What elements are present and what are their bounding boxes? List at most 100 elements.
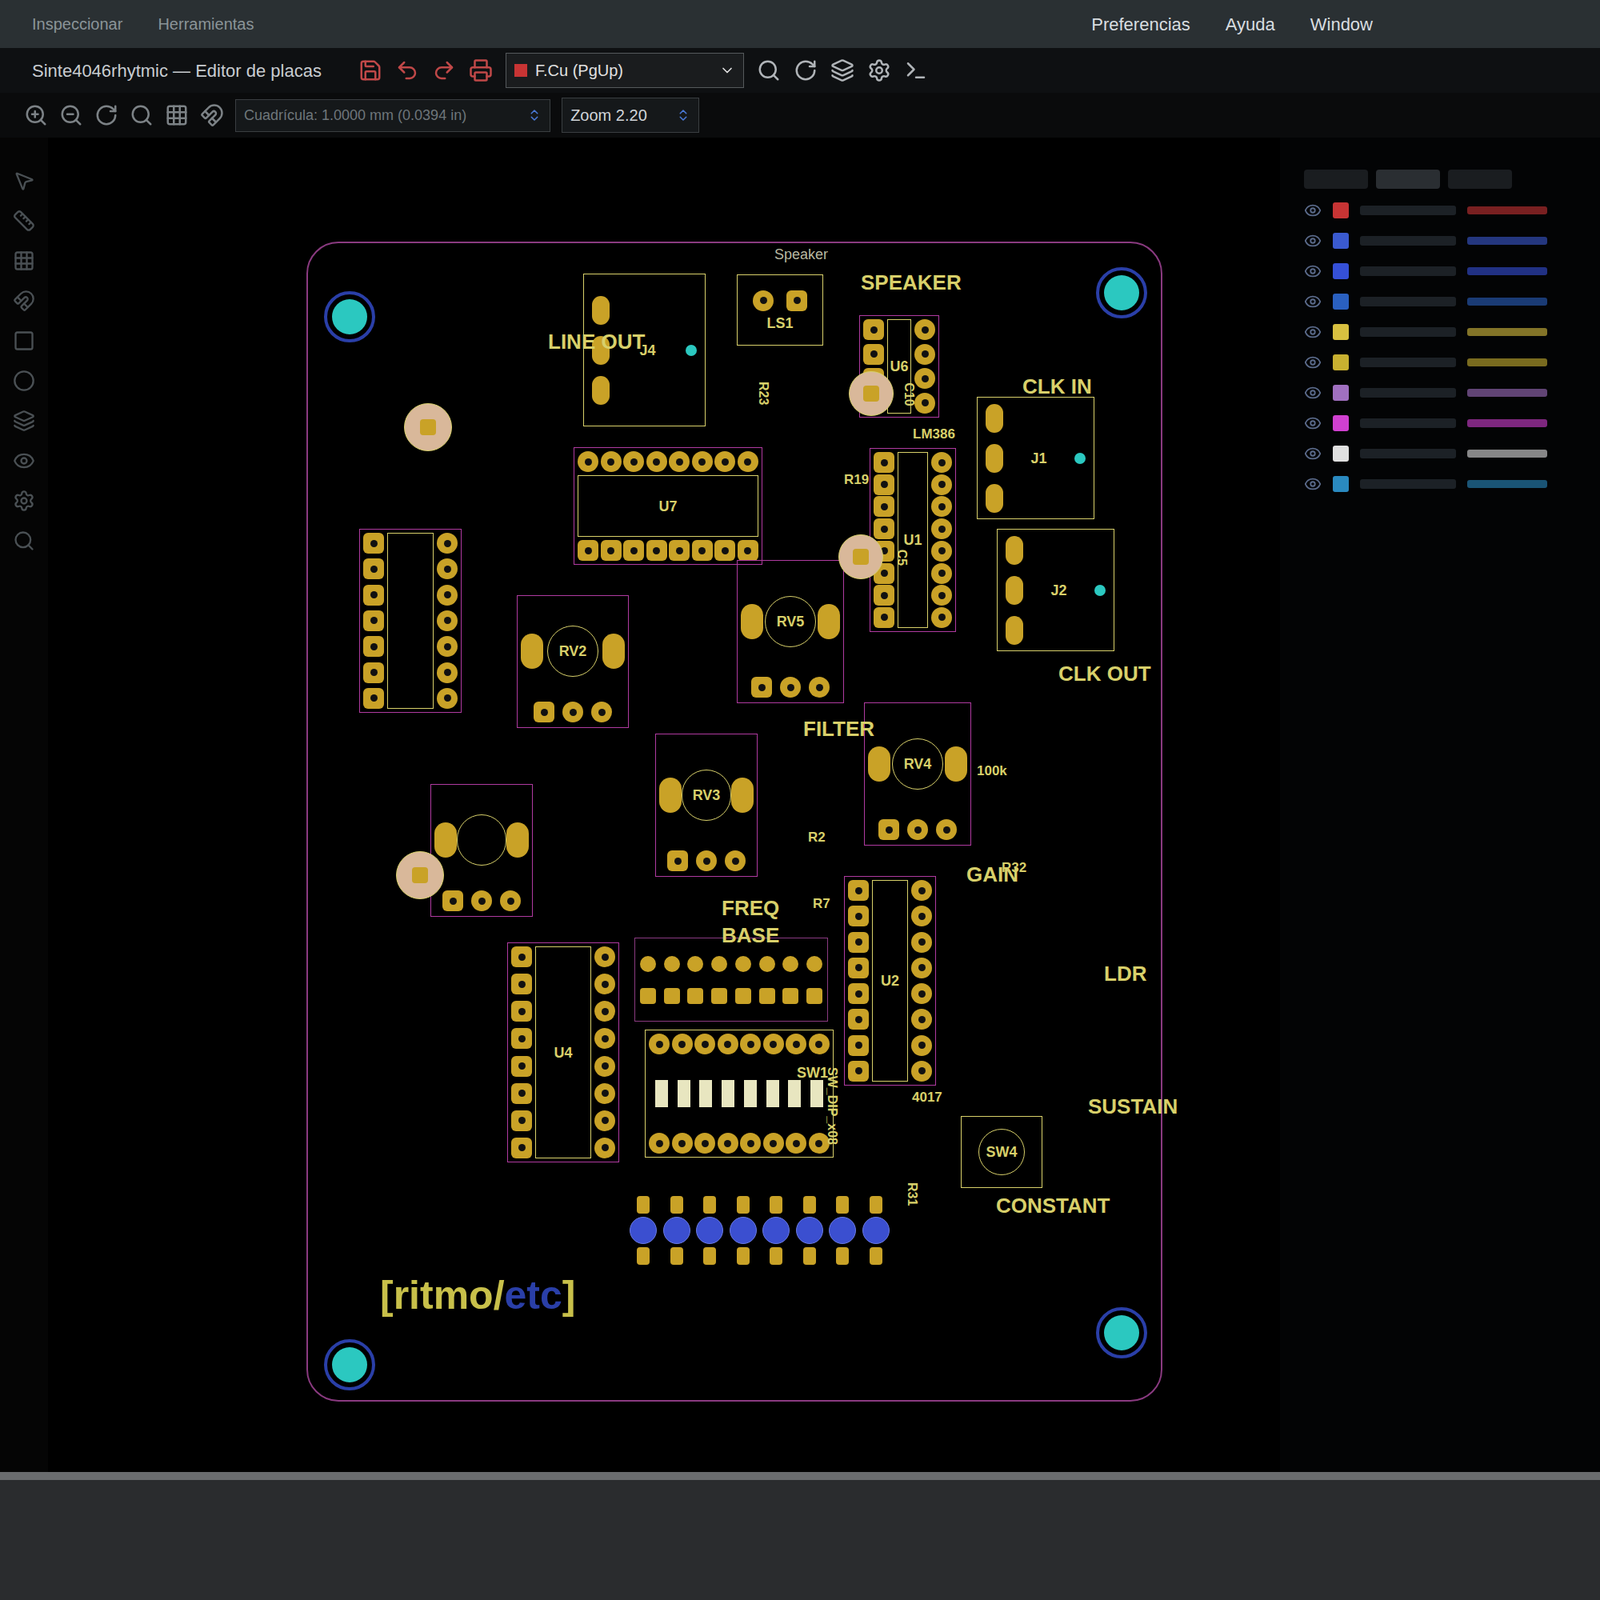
ic-footprint[interactable]	[359, 528, 462, 713]
visibility-icon[interactable]	[1304, 323, 1322, 341]
ic-footprint[interactable]: U2	[844, 876, 936, 1086]
menu-item[interactable]: Inspeccionar	[32, 12, 123, 36]
view-icon[interactable]	[164, 103, 189, 128]
pad	[694, 1033, 716, 1055]
ic-footprint[interactable]: U4	[507, 942, 620, 1163]
pad	[511, 1110, 532, 1132]
tool-icon[interactable]	[12, 209, 36, 232]
tool-icon[interactable]	[830, 58, 855, 83]
visibility-icon[interactable]	[1304, 384, 1322, 402]
silkscreen-text: SUSTAIN	[1088, 1096, 1178, 1117]
jack-footprint[interactable]: J2	[996, 528, 1115, 652]
zoom-select[interactable]: Zoom 2.20	[561, 97, 700, 133]
silkscreen-text: FREQ	[721, 897, 780, 919]
tool-icon[interactable]	[432, 58, 456, 83]
pad	[873, 496, 895, 517]
grid-select[interactable]: Cuadrícula: 1.0000 mm (0.0394 in)	[235, 99, 551, 132]
pad	[577, 451, 599, 472]
view-icon[interactable]	[200, 103, 224, 128]
layer-row[interactable]	[1304, 475, 1576, 493]
pad	[911, 1060, 932, 1082]
tool-icon[interactable]	[12, 369, 36, 392]
pcb-canvas[interactable]: U6U1U7U2U4RV5RV2RV3RV4J1J2J4LS1SW1SW4C10…	[48, 137, 1280, 1472]
tool-icon[interactable]	[358, 58, 383, 83]
pad	[740, 1132, 761, 1154]
layer-row[interactable]	[1304, 444, 1576, 463]
pad	[672, 1132, 693, 1154]
silkscreen-text: 4017	[912, 1090, 943, 1104]
capacitor-footprint[interactable]: C10	[848, 371, 894, 416]
visibility-icon[interactable]	[1304, 262, 1322, 280]
pad	[848, 932, 869, 953]
pad	[363, 610, 384, 632]
view-icon[interactable]	[24, 103, 48, 128]
potentiometer-footprint[interactable]: RV3	[655, 733, 758, 877]
visibility-icon[interactable]	[1304, 414, 1322, 432]
view-icon[interactable]	[59, 103, 84, 128]
tool-icon[interactable]	[756, 58, 781, 83]
visibility-icon[interactable]	[1304, 444, 1322, 463]
potentiometer-footprint[interactable]: RV4	[864, 702, 972, 846]
pad	[591, 701, 612, 723]
capacitor-footprint[interactable]: C5	[838, 534, 884, 580]
pad	[848, 1060, 869, 1082]
capacitor-footprint[interactable]	[396, 851, 444, 900]
tool-icon[interactable]	[395, 58, 420, 83]
ic-footprint[interactable]: U7	[573, 447, 763, 565]
ic-footprint[interactable]: U1	[869, 448, 956, 632]
pad	[878, 819, 900, 840]
tool-icon[interactable]	[12, 169, 36, 192]
pad	[714, 451, 736, 472]
pad	[436, 688, 458, 709]
layer-select[interactable]: F.Cu (PgUp)	[505, 52, 744, 88]
layer-row[interactable]	[1304, 384, 1576, 402]
potentiometer-footprint[interactable]: RV5	[736, 560, 844, 704]
tool-icon[interactable]	[12, 529, 36, 552]
menu-item[interactable]: Ayuda	[1225, 11, 1276, 38]
layer-row[interactable]	[1304, 414, 1576, 432]
visibility-icon[interactable]	[1304, 353, 1322, 372]
layer-row[interactable]	[1304, 353, 1576, 372]
stepper-icon	[676, 108, 691, 123]
pad	[914, 319, 936, 340]
visibility-icon[interactable]	[1304, 475, 1322, 493]
potentiometer-footprint[interactable]	[430, 784, 533, 917]
layer-row[interactable]	[1304, 292, 1576, 311]
menu-item[interactable]: Preferencias	[1091, 11, 1191, 38]
layer-row[interactable]	[1304, 201, 1576, 220]
layer-row[interactable]	[1304, 262, 1576, 280]
tool-icon[interactable]	[12, 449, 36, 472]
speaker-footprint[interactable]: LS1	[736, 274, 824, 346]
pad	[936, 819, 957, 840]
board-outline: U6U1U7U2U4RV5RV2RV3RV4J1J2J4LS1SW1SW4C10…	[306, 241, 1163, 1402]
tool-icon[interactable]	[12, 409, 36, 432]
tool-icon[interactable]	[468, 58, 493, 83]
menu-item[interactable]: Herramientas	[157, 12, 254, 36]
button-footprint[interactable]: SW4	[960, 1116, 1043, 1188]
jack-footprint[interactable]: J1	[976, 396, 1095, 520]
pad	[786, 290, 808, 312]
visibility-icon[interactable]	[1304, 292, 1322, 311]
tool-icon[interactable]	[793, 58, 818, 83]
pad	[911, 983, 932, 1004]
tool-icon[interactable]	[12, 489, 36, 512]
tool-icon[interactable]	[867, 58, 892, 83]
pad	[873, 518, 895, 540]
capacitor-footprint[interactable]	[404, 403, 452, 452]
layer-row[interactable]	[1304, 232, 1576, 250]
terminal-icon[interactable]	[904, 58, 928, 83]
visibility-icon[interactable]	[1304, 201, 1322, 220]
pad	[436, 558, 458, 580]
menu-item[interactable]: Window	[1310, 11, 1373, 38]
layer-row[interactable]	[1304, 323, 1576, 341]
view-icon[interactable]	[94, 103, 119, 128]
visibility-icon[interactable]	[1304, 232, 1322, 250]
view-icon[interactable]	[129, 103, 154, 128]
tool-icon[interactable]	[12, 289, 36, 312]
silkscreen-text: CLK IN	[1022, 376, 1092, 397]
pad	[594, 1110, 616, 1132]
tool-icon[interactable]	[12, 249, 36, 272]
potentiometer-footprint[interactable]: RV2	[516, 595, 629, 728]
dip-switch-footprint[interactable]: SW1	[644, 1029, 834, 1158]
tool-icon[interactable]	[12, 329, 36, 352]
